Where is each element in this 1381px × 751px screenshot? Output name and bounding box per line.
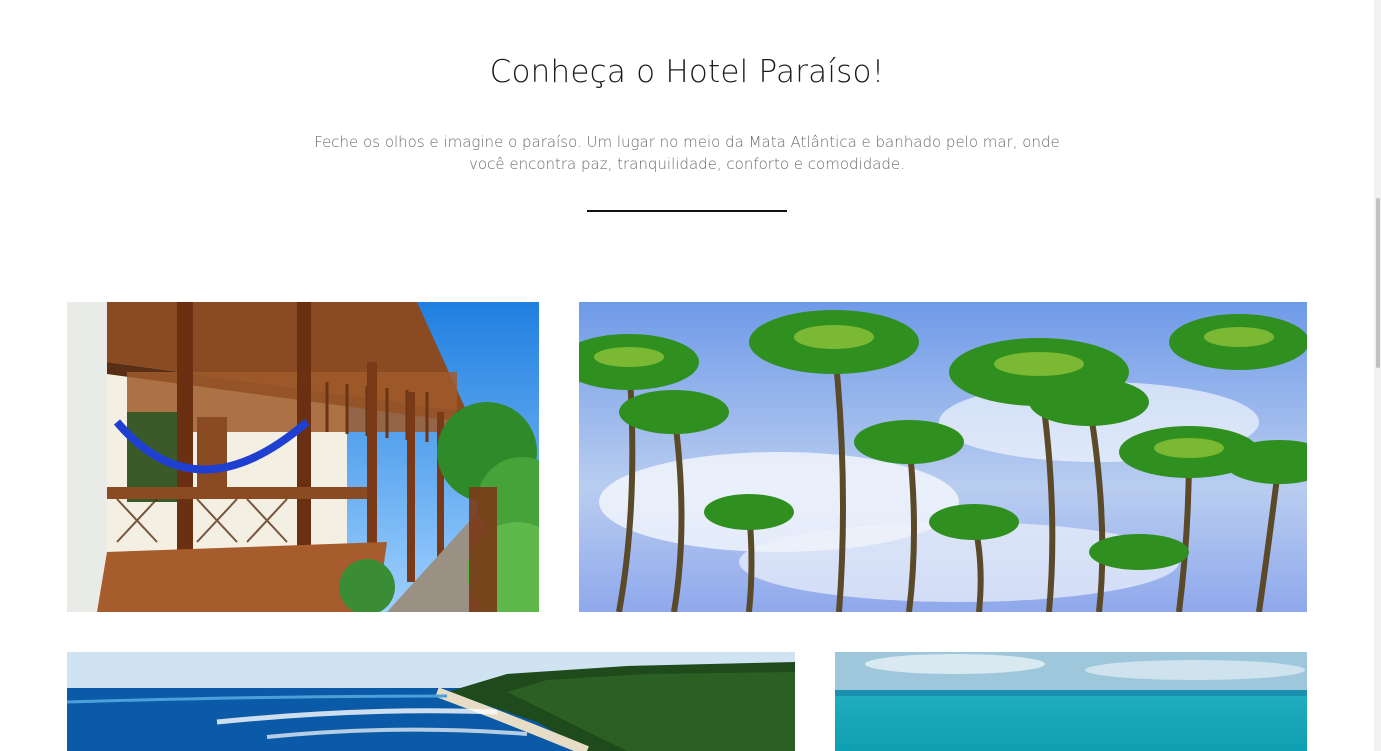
beach-coastline-photo[interactable] (67, 652, 795, 751)
page-scrollbar[interactable] (1374, 0, 1381, 751)
palm-trees-photo[interactable] (579, 302, 1307, 612)
turquoise-sea-photo[interactable] (835, 652, 1307, 751)
title-divider (587, 210, 787, 212)
section-description: Feche os olhos e imagine o paraíso. Um l… (314, 133, 1060, 173)
section-title: Conheça o Hotel Paraíso! (489, 54, 885, 90)
scrollbar-thumb[interactable] (1376, 198, 1380, 368)
hotel-veranda-hammocks-photo[interactable] (67, 302, 539, 612)
